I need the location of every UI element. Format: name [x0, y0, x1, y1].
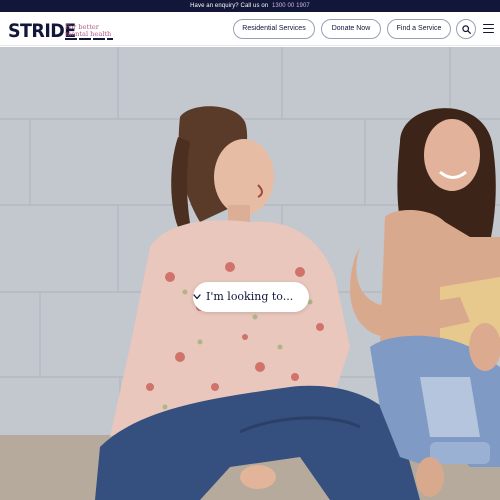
- stride-logo[interactable]: STRIDE For better mental health: [8, 18, 113, 42]
- hero-image: I'm looking to...: [0, 47, 500, 500]
- search-icon: [462, 25, 471, 34]
- hero-photo-illustration: [0, 47, 500, 500]
- logo-underline-bars: [65, 38, 113, 40]
- looking-to-label: I'm looking to...: [206, 290, 294, 303]
- enquiry-topbar: Have an enquiry? Call us on 1300 00 1907: [0, 0, 500, 12]
- looking-to-dropdown[interactable]: I'm looking to...: [193, 282, 309, 312]
- donate-now-button[interactable]: Donate Now: [321, 19, 381, 39]
- find-a-service-button[interactable]: Find a Service: [387, 19, 451, 39]
- logo-tagline-line2: mental health: [65, 30, 112, 38]
- search-button[interactable]: [456, 19, 476, 39]
- site-header: STRIDE For better mental health Resident…: [0, 12, 500, 46]
- enquiry-text: Have an enquiry? Call us on: [190, 3, 269, 9]
- hamburger-menu-icon[interactable]: [483, 24, 494, 34]
- chevron-down-icon: [193, 294, 201, 300]
- phone-link[interactable]: 1300 00 1907: [272, 3, 310, 9]
- residential-services-button[interactable]: Residential Services: [233, 19, 315, 39]
